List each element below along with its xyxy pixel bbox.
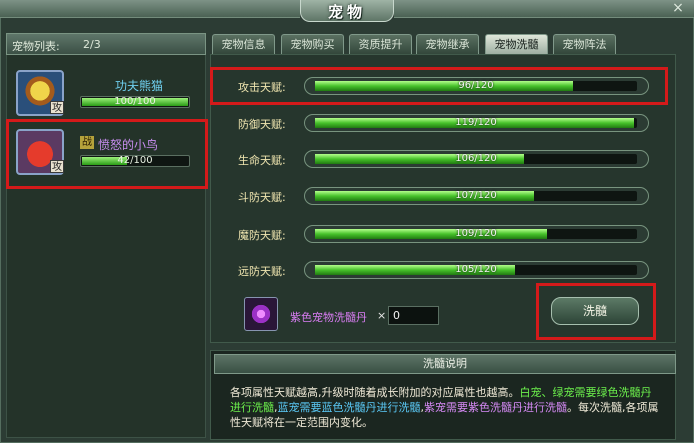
talent-label: 远防天赋: [238,265,286,278]
talent-row-defense: 防御天赋: 119/120 [214,111,654,137]
pet-list-label: 宠物列表: [12,40,60,53]
pet-list-item-kungfu-panda[interactable]: 攻 功夫熊猫 100/100 [10,67,202,119]
talent-bar: 106/120 [304,150,649,168]
talent-row-magic-defense: 魔防天赋: 109/120 [214,222,654,248]
attack-talent-highlight [210,67,668,105]
wash-item-name: 紫色宠物洗髓丹 [290,311,367,324]
talent-value: 105/120 [455,264,497,275]
tab-pet-info[interactable]: 宠物信息 [212,34,275,54]
item-multiply-sign: × [377,309,387,322]
talent-label: 斗防天赋: [238,191,286,204]
talent-bar: 105/120 [304,261,649,279]
purple-gem-icon[interactable] [244,297,278,331]
pet-name: 功夫熊猫 [115,79,164,93]
close-icon[interactable]: × [666,0,690,17]
talent-label: 生命天赋: [238,154,286,167]
window-title: 宠物 [327,3,366,21]
tab-aptitude[interactable]: 资质提升 [349,34,412,54]
talent-row-health: 生命天赋: 106/120 [214,147,654,173]
item-quantity-field[interactable]: 0 [388,306,439,325]
title-ornament-left [0,0,300,18]
talent-bar: 109/120 [304,225,649,243]
pet-role-badge: 攻 [50,101,64,114]
talent-label: 防御天赋: [238,118,286,131]
talent-value: 109/120 [455,228,497,239]
talent-bar: 107/120 [304,187,649,205]
tab-pet-buy[interactable]: 宠物购买 [281,34,344,54]
desc-segment-blue: 蓝宠需要蓝色洗髓丹进行洗髓 [277,401,421,414]
talent-value: 119/120 [455,117,497,128]
title-ornament-right [394,0,694,18]
talent-label: 魔防天赋: [238,229,286,242]
talent-bar: 119/120 [304,114,649,132]
pet-list-count: 2/3 [83,38,101,51]
talent-value: 106/120 [455,153,497,164]
desc-segment-purple: 紫宠需要紫色洗髓丹进行洗髓 [424,401,567,414]
talent-value: 107/120 [455,190,497,201]
description-text: 各项属性天赋越高,升级时随着成长附加的对应属性也越高。白宠、绿宠需要绿色洗髓丹进… [230,385,660,430]
tab-inherit[interactable]: 宠物继承 [416,34,479,54]
tab-formation[interactable]: 宠物阵法 [553,34,616,54]
pet-exp-text: 100/100 [114,96,156,107]
pet-exp-bar: 100/100 [80,96,190,108]
wash-button-highlight [536,283,656,340]
tab-wash[interactable]: 宠物洗髓 [485,34,548,55]
selected-pet-highlight [6,119,208,189]
description-title: 洗髓说明 [214,354,676,374]
title-plate: 宠物 [300,0,394,22]
talent-row-range-defense: 远防天赋: 105/120 [214,258,654,284]
desc-segment: 各项属性天赋越高,升级时随着成长附加的对应属性也越高。 [230,386,520,399]
talent-row-fight-defense: 斗防天赋: 107/120 [214,184,654,210]
